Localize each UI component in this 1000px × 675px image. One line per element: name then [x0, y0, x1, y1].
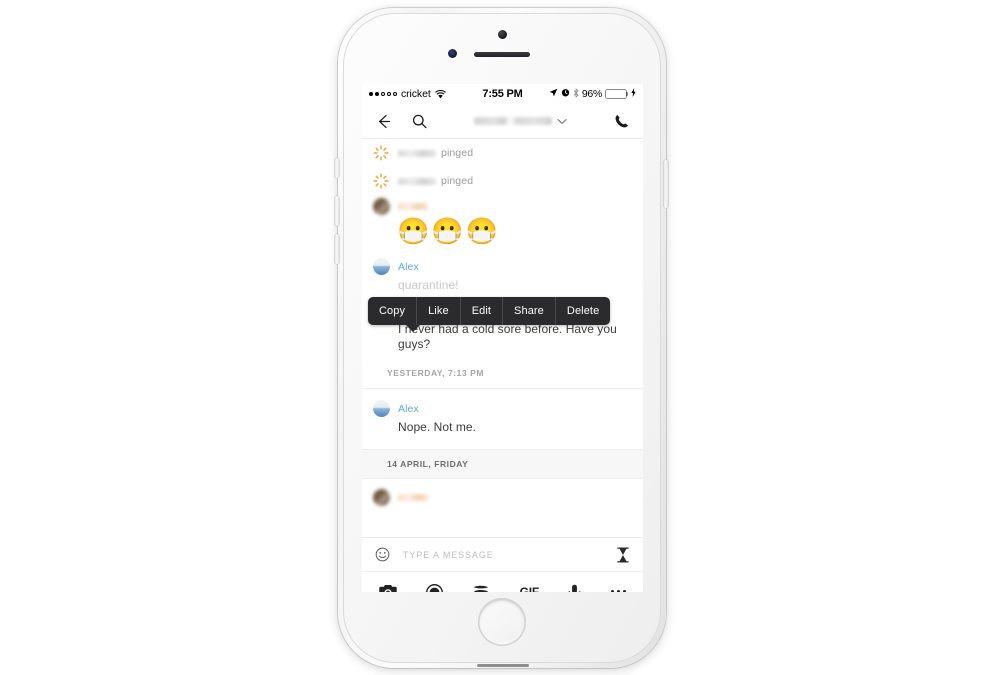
context-menu-item-like[interactable]: Like [417, 297, 461, 325]
emoji-message[interactable]: 😷😷😷 [373, 215, 630, 246]
hourglass-icon[interactable] [616, 546, 630, 563]
date-separator: 14 APRIL, FRIDAY [362, 449, 643, 479]
message-author: Alex [398, 402, 419, 415]
context-menu-item-edit[interactable]: Edit [461, 297, 504, 325]
context-menu[interactable]: Copy Like Edit Share Delete [368, 297, 611, 325]
message-row[interactable] [362, 479, 643, 508]
conversation-title-redacted [474, 117, 552, 125]
charging-bolt-icon [631, 88, 636, 100]
phone-icon[interactable] [613, 113, 630, 130]
ping-author-redacted [398, 149, 436, 157]
message-timestamp: YESTERDAY, 7:13 PM [387, 368, 484, 378]
avatar[interactable] [373, 258, 390, 275]
message-text[interactable]: quarantine! [373, 275, 630, 293]
composer: GIF [362, 537, 643, 592]
message-author: Alex [398, 260, 419, 273]
volume-up-button[interactable] [335, 196, 339, 226]
battery-percent: 96% [581, 88, 602, 100]
earpiece-speaker [474, 52, 530, 57]
bluetooth-icon [573, 88, 579, 101]
avatar[interactable] [373, 400, 390, 417]
message-input[interactable] [401, 548, 605, 561]
phone-screen: cricket 7:55 PM 96% pinged pinged 😷😷😷 Al… [362, 84, 643, 592]
avatar[interactable] [373, 489, 390, 506]
alarm-clock-icon [561, 88, 570, 100]
message-author-redacted [398, 203, 428, 210]
message-author-redacted [398, 494, 428, 501]
context-menu-item-delete[interactable]: Delete [556, 297, 610, 325]
microphone-icon[interactable] [568, 584, 581, 592]
nav-bar [362, 104, 643, 139]
carrier-name: cricket [401, 88, 431, 100]
ping-notification-row: pinged [362, 139, 643, 167]
message-input-row [362, 538, 643, 572]
bottom-speaker [477, 664, 529, 667]
ping-author-redacted [398, 177, 436, 185]
context-menu-item-share[interactable]: Share [503, 297, 556, 325]
message-text[interactable]: Nope. Not me. [373, 417, 630, 435]
gif-icon[interactable]: GIF [520, 585, 540, 592]
volume-down-button[interactable] [335, 234, 339, 264]
context-menu-arrow [406, 325, 420, 332]
power-button[interactable] [664, 160, 668, 208]
signal-strength-icon [369, 92, 397, 96]
location-arrow-icon [549, 88, 558, 100]
smiley-face-icon[interactable] [375, 547, 390, 562]
status-bar: cricket 7:55 PM 96% [362, 84, 643, 104]
home-button[interactable] [478, 598, 526, 646]
message-row[interactable]: 😷😷😷 [362, 195, 643, 248]
ping-label: pinged [441, 147, 474, 159]
composer-toolbar: GIF [362, 572, 643, 592]
message-thread[interactable]: pinged pinged 😷😷😷 Alex quarantine! I nev… [362, 139, 643, 537]
search-icon[interactable] [411, 113, 428, 130]
context-menu-item-copy[interactable]: Copy [368, 297, 418, 325]
ping-burst-icon [373, 145, 389, 161]
ping-label: pinged [441, 175, 474, 187]
mute-switch[interactable] [335, 158, 339, 178]
ping-burst-icon [373, 173, 389, 189]
message-row[interactable]: Alex quarantine! [362, 248, 643, 295]
ping-notification-row: pinged [362, 167, 643, 195]
front-camera [498, 30, 507, 39]
more-dots-icon[interactable] [610, 590, 626, 592]
proximity-sensor [448, 49, 457, 58]
wifi-icon [434, 89, 446, 99]
camera-icon[interactable] [379, 584, 397, 592]
conversation-title[interactable] [428, 112, 613, 130]
chevron-down-icon[interactable] [557, 112, 567, 130]
back-arrow-icon[interactable] [375, 113, 392, 130]
sticker-stack-icon[interactable] [472, 584, 490, 592]
record-circle-icon[interactable] [426, 583, 444, 592]
message-row[interactable]: Alex Nope. Not me. [362, 388, 643, 449]
avatar[interactable] [373, 198, 390, 215]
battery-icon [605, 89, 628, 99]
